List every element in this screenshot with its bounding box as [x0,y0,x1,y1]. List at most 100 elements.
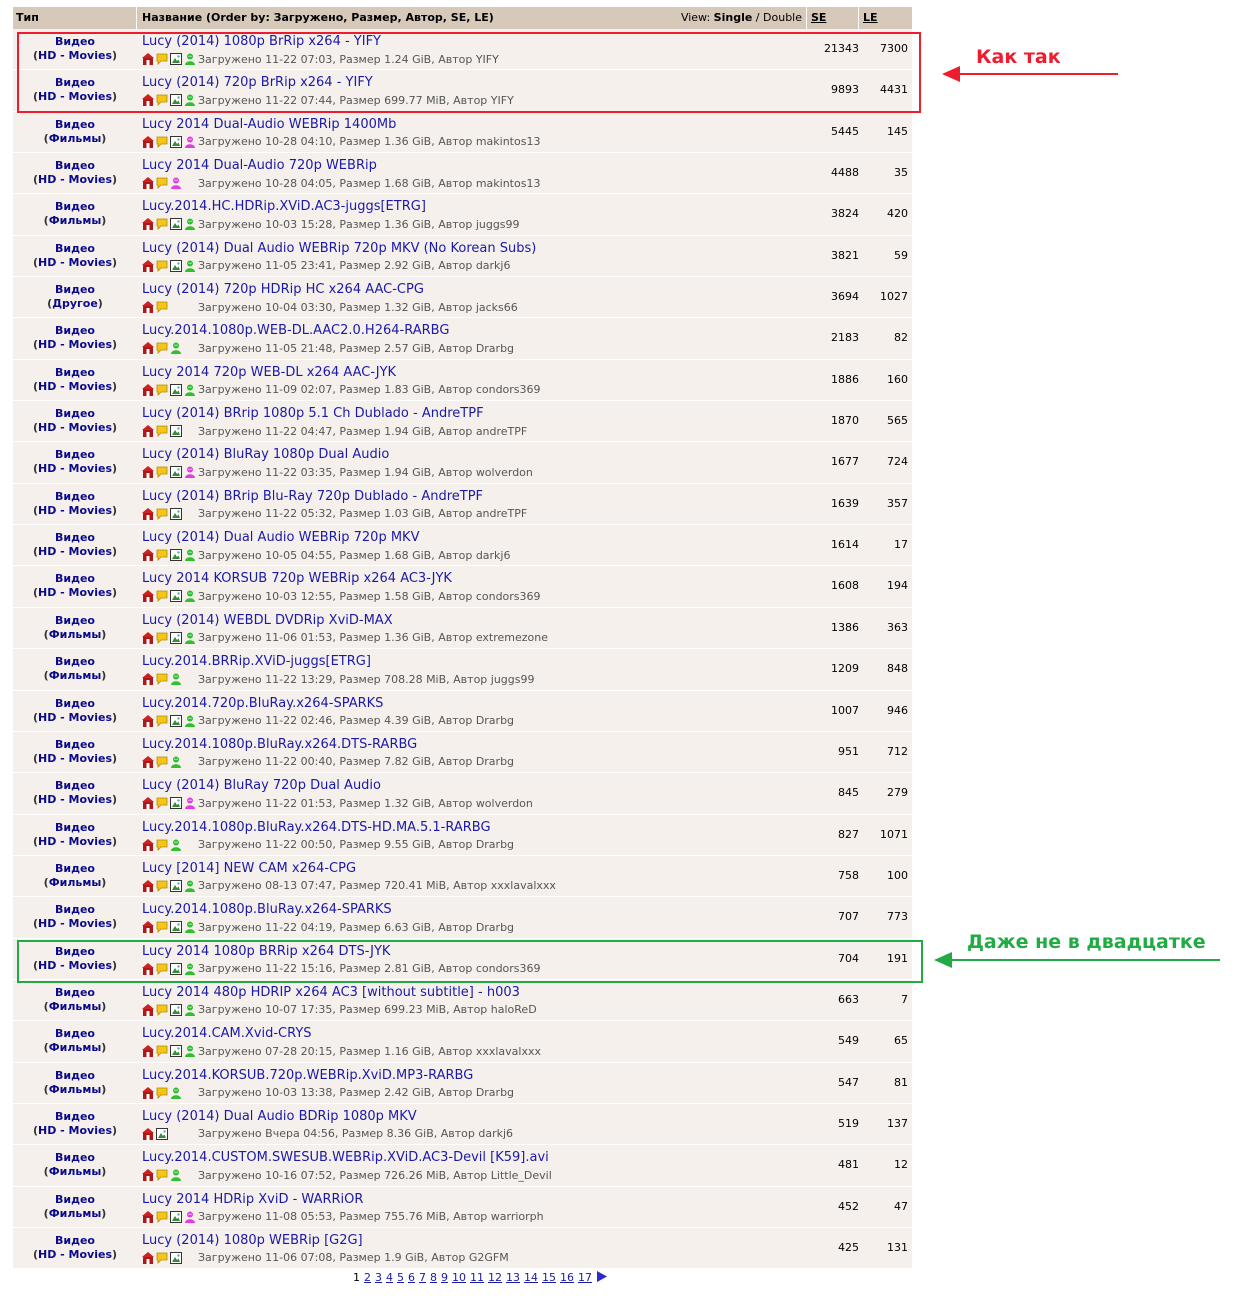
cover-image-icon[interactable] [170,631,182,644]
pager-page-link[interactable]: 9 [441,1271,448,1284]
torrent-title-link[interactable]: Lucy (2014) BluRay 1080p Dual Audio [142,447,807,463]
torrent-title-link[interactable]: Lucy (2014) BluRay 720p Dual Audio [142,778,807,794]
torrent-title-link[interactable]: Lucy 2014 Dual-Audio WEBRip 1400Mb [142,117,807,133]
torrent-title-link[interactable]: Lucy.2014.CUSTOM.SWESUB.WEBRip.XViD.AC3-… [142,1150,807,1166]
pager-page-link[interactable]: 5 [397,1271,404,1284]
category-link[interactable]: Видео [13,1069,137,1083]
torrent-title-link[interactable]: Lucy (2014) WEBDL DVDRip XviD-MAX [142,613,807,629]
torrent-title-link[interactable]: Lucy (2014) 720p HDRip HC x264 AAC-CPG [142,282,807,298]
category-link[interactable]: Видео [13,614,137,628]
category-link[interactable]: Видео [13,324,137,338]
trusted-house-icon[interactable] [142,1045,154,1058]
pager-page-link[interactable]: 7 [419,1271,426,1284]
subcategory-link[interactable]: HD - Movies [38,504,112,517]
category-link[interactable]: Видео [13,862,137,876]
category-link[interactable]: Видео [13,531,137,545]
cover-image-icon[interactable] [170,259,182,272]
pager-page-link[interactable]: 15 [542,1271,556,1284]
subcategory-link[interactable]: HD - Movies [38,380,112,393]
comment-icon[interactable] [156,384,168,396]
subcategory-link[interactable]: HD - Movies [38,462,112,475]
comment-icon[interactable] [156,301,168,314]
subcategory-link[interactable]: Фильмы [49,1207,102,1220]
pager-page-link[interactable]: 16 [560,1271,574,1284]
category-link[interactable]: Видео [13,986,137,1000]
cover-image-icon[interactable] [170,507,182,520]
trusted-house-icon[interactable] [142,1251,154,1264]
torrent-title-link[interactable]: Lucy.2014.1080p.BluRay.x264-SPARKS [142,902,807,918]
view-double[interactable]: Double [763,11,802,24]
trusted-user-icon[interactable] [184,136,196,148]
cover-image-icon[interactable] [170,714,182,727]
torrent-title-link[interactable]: Lucy 2014 KORSUB 720p WEBRip x264 AC3-JY… [142,571,807,587]
subcategory-link[interactable]: HD - Movies [38,586,112,599]
subcategory-link[interactable]: Другое [52,297,98,310]
torrent-title-link[interactable]: Lucy (2014) Dual Audio WEBRip 720p MKV [142,530,807,546]
trusted-house-icon[interactable] [142,342,154,355]
category-link[interactable]: Видео [13,738,137,752]
cover-image-icon[interactable] [170,549,182,562]
pager-page-link[interactable]: 8 [430,1271,437,1284]
vip-user-icon[interactable] [184,590,196,603]
cover-image-icon[interactable] [170,466,182,479]
comment-icon[interactable] [156,466,168,479]
subcategory-link[interactable]: Фильмы [49,1165,102,1178]
subcategory-link[interactable]: HD - Movies [38,1124,112,1137]
torrent-title-link[interactable]: Lucy (2014) BRrip Blu-Ray 720p Dublado -… [142,489,807,505]
view-single[interactable]: Single [714,11,753,24]
torrent-title-link[interactable]: Lucy.2014.1080p.BluRay.x264.DTS-HD.MA.5.… [142,820,807,836]
comment-icon[interactable] [156,1169,168,1182]
vip-user-icon[interactable] [170,839,182,851]
cover-image-icon[interactable] [170,1045,182,1058]
cover-image-icon[interactable] [170,218,182,231]
vip-user-icon[interactable] [184,384,196,396]
comment-icon[interactable] [156,1211,168,1223]
trusted-house-icon[interactable] [142,549,154,562]
trusted-house-icon[interactable] [142,714,154,727]
subcategory-link[interactable]: HD - Movies [38,338,112,351]
category-link[interactable]: Видео [13,159,137,173]
vip-user-icon[interactable] [184,549,196,562]
cover-image-icon[interactable] [170,921,182,934]
subcategory-link[interactable]: Фильмы [49,214,102,227]
trusted-user-icon[interactable] [170,177,182,190]
trusted-house-icon[interactable] [142,1169,154,1182]
pager-page-link[interactable]: 11 [470,1271,484,1284]
comment-icon[interactable] [156,342,168,355]
trusted-house-icon[interactable] [142,590,154,603]
subcategory-link[interactable]: HD - Movies [38,835,112,848]
torrent-title-link[interactable]: Lucy.2014.1080p.WEB-DL.AAC2.0.H264-RARBG [142,323,807,339]
comment-icon[interactable] [156,715,168,727]
torrent-title-link[interactable]: Lucy (2014) Dual Audio BDRip 1080p MKV [142,1109,807,1125]
category-link[interactable]: Видео [13,697,137,711]
subcategory-link[interactable]: Фильмы [49,1083,102,1096]
pager-page-link[interactable]: 4 [386,1271,393,1284]
cover-image-icon[interactable] [170,383,182,396]
vip-user-icon[interactable] [170,1087,182,1099]
category-link[interactable]: Видео [13,572,137,586]
category-link[interactable]: Видео [13,366,137,380]
comment-icon[interactable] [156,880,168,892]
subcategory-link[interactable]: Фильмы [49,132,102,145]
trusted-house-icon[interactable] [142,466,154,479]
trusted-house-icon[interactable] [142,879,154,892]
pager-page-link[interactable]: 17 [578,1271,592,1284]
comment-icon[interactable] [156,260,168,272]
comment-icon[interactable] [156,1087,168,1099]
pager-page-link[interactable]: 12 [488,1271,502,1284]
category-link[interactable]: Видео [13,1151,137,1165]
next-arrow-icon[interactable] [596,1271,608,1285]
subcategory-link[interactable]: Фильмы [49,1000,102,1013]
trusted-house-icon[interactable] [142,383,154,396]
column-header-type[interactable]: Тип [13,7,137,29]
torrent-title-link[interactable]: Lucy.2014.KORSUB.720p.WEBRip.XviD.MP3-RA… [142,1068,807,1084]
trusted-house-icon[interactable] [142,135,154,148]
category-link[interactable]: Видео [13,821,137,835]
trusted-house-icon[interactable] [142,177,154,190]
comment-icon[interactable] [156,839,168,851]
subcategory-link[interactable]: HD - Movies [38,917,112,930]
comment-icon[interactable] [156,756,168,768]
torrent-title-link[interactable]: Lucy.2014.CAM.Xvid-CRYS [142,1026,807,1042]
pager-page-link[interactable]: 13 [506,1271,520,1284]
category-link[interactable]: Видео [13,283,137,297]
